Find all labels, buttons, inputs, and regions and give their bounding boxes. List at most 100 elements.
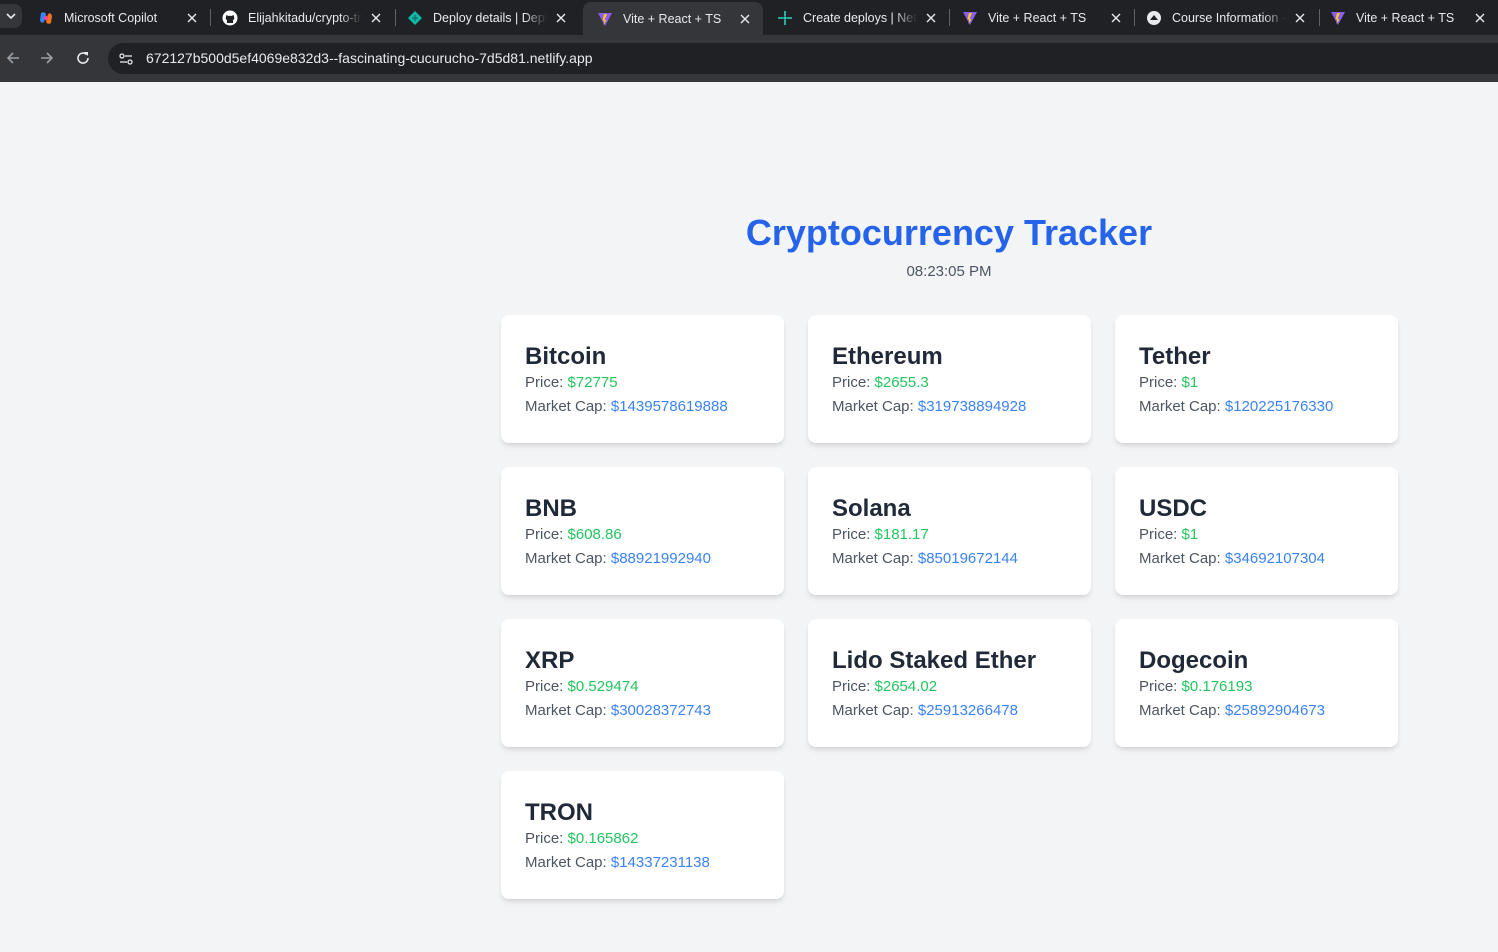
coin-cap-row: Market Cap: $25913266478 [832,699,1067,723]
coin-name: Lido Staked Ether [832,647,1037,674]
coin-market-cap: $25913266478 [917,702,1018,719]
coin-card: XRP Price: $0.529474 Market Cap: $300283… [501,619,784,747]
coin-cap-row: Market Cap: $88921992940 [525,547,760,571]
coin-cap-row: Market Cap: $30028372743 [525,699,760,723]
price-label: Price: [525,830,564,847]
browser-tab[interactable]: Vite + React + TS [1316,2,1498,33]
tab-search-button[interactable] [0,4,22,28]
coin-market-cap: $88921992940 [610,550,711,567]
market-cap-label: Market Cap: [525,854,607,871]
arrow-right-icon [41,52,54,64]
site-info-icon[interactable] [117,50,135,68]
coin-price-row: Price: $608.86 [525,523,760,547]
chevron-down-icon [6,13,16,20]
page-content: Cryptocurrency Tracker 08:23:05 PM Bitco… [0,82,1498,952]
tab-title: Elijahkitadu/crypto-tr [248,10,362,25]
reload-icon [77,52,89,64]
coin-price: $1 [1181,526,1199,543]
netlify-icon [407,10,423,26]
coin-price: $0.529474 [567,678,639,695]
price-label: Price: [1139,374,1178,391]
market-cap-label: Market Cap: [1139,398,1221,415]
close-tab-icon[interactable] [368,10,384,26]
coin-price-row: Price: $181.17 [832,523,1067,547]
close-tab-icon[interactable] [737,11,753,27]
coin-market-cap: $25892904673 [1224,702,1325,719]
coin-cap-row: Market Cap: $85019672144 [832,547,1067,571]
coin-market-cap: $1439578619888 [610,398,728,415]
coin-cap-row: Market Cap: $319738894928 [832,395,1067,419]
tab-title: Microsoft Copilot [64,10,158,25]
vite-icon [597,11,613,27]
close-tab-icon[interactable] [553,10,569,26]
coin-name: Dogecoin [1139,647,1249,674]
market-cap-label: Market Cap: [525,398,607,415]
tab-title: Vite + React + TS [1356,10,1455,25]
coin-cap-row: Market Cap: $25892904673 [1139,699,1374,723]
coin-cap-row: Market Cap: $14337231138 [525,851,760,875]
coin-price: $181.17 [874,526,929,543]
coin-name: Solana [832,495,911,522]
market-cap-label: Market Cap: [832,398,914,415]
coin-price-row: Price: $0.165862 [525,827,760,851]
address-bar[interactable]: 672127b500d5ef4069e832d3--fascinating-cu… [108,43,1498,74]
coin-market-cap: $120225176330 [1224,398,1334,415]
coin-card: Solana Price: $181.17 Market Cap: $85019… [808,467,1091,595]
current-time: 08:23:05 PM [906,263,992,280]
coin-card: Ethereum Price: $2655.3 Market Cap: $319… [808,315,1091,443]
market-cap-label: Market Cap: [832,550,914,567]
vite-icon [1330,10,1346,26]
coin-market-cap: $30028372743 [610,702,711,719]
coin-market-cap: $34692107304 [1224,550,1325,567]
close-tab-icon[interactable] [923,10,939,26]
price-label: Price: [525,678,564,695]
coin-price: $0.176193 [1181,678,1253,695]
browser-tab-active[interactable]: Vite + React + TS [583,2,763,35]
price-label: Price: [832,678,871,695]
price-label: Price: [1139,678,1178,695]
market-cap-label: Market Cap: [1139,550,1221,567]
browser-tab[interactable]: Create deploys | Netli [763,2,949,33]
close-tab-icon[interactable] [1472,10,1488,26]
coin-price-row: Price: $0.529474 [525,675,760,699]
browser-tab[interactable]: Microsoft Copilot [24,2,210,33]
coin-price-row: Price: $2654.02 [832,675,1067,699]
browser-toolbar: 672127b500d5ef4069e832d3--fascinating-cu… [0,35,1498,82]
browser-tab-strip: Microsoft Copilot Elijahkitadu/crypto-tr… [0,0,1498,35]
coin-card: TRON Price: $0.165862 Market Cap: $14337… [501,771,784,899]
browser-tab[interactable]: Course Information - [1132,2,1318,33]
close-tab-icon[interactable] [1292,10,1308,26]
price-label: Price: [1139,526,1178,543]
vite-icon [962,10,978,26]
browser-tab[interactable]: Deploy details | Deplo [393,2,579,33]
tab-title: Create deploys | Netli [803,10,917,25]
coin-card: USDC Price: $1 Market Cap: $34692107304 [1115,467,1398,595]
reload-button[interactable] [70,45,96,71]
coin-name: BNB [525,495,577,522]
coin-cap-row: Market Cap: $34692107304 [1139,547,1374,571]
coin-card: Lido Staked Ether Price: $2654.02 Market… [808,619,1091,747]
coin-card: Bitcoin Price: $72775 Market Cap: $14395… [501,315,784,443]
coin-price: $2654.02 [874,678,938,695]
netlify-create-icon [777,10,793,26]
browser-tab[interactable]: Elijahkitadu/crypto-tr [208,2,394,33]
forward-button[interactable] [34,45,60,71]
course-icon [1146,10,1162,26]
github-icon [222,10,238,26]
browser-tab[interactable]: Vite + React + TS [948,2,1134,33]
tab-title: Vite + React + TS [623,11,722,26]
back-button[interactable] [0,45,26,71]
market-cap-label: Market Cap: [525,702,607,719]
market-cap-label: Market Cap: [1139,702,1221,719]
coin-market-cap: $14337231138 [610,854,710,871]
price-label: Price: [832,526,871,543]
coin-name: Ethereum [832,343,943,370]
price-label: Price: [832,374,871,391]
coin-price-row: Price: $2655.3 [832,371,1067,395]
close-tab-icon[interactable] [184,10,200,26]
coin-price: $0.165862 [567,830,639,847]
close-tab-icon[interactable] [1108,10,1124,26]
coin-price-row: Price: $0.176193 [1139,675,1374,699]
market-cap-label: Market Cap: [525,550,607,567]
page-title: Cryptocurrency Tracker [745,212,1153,253]
